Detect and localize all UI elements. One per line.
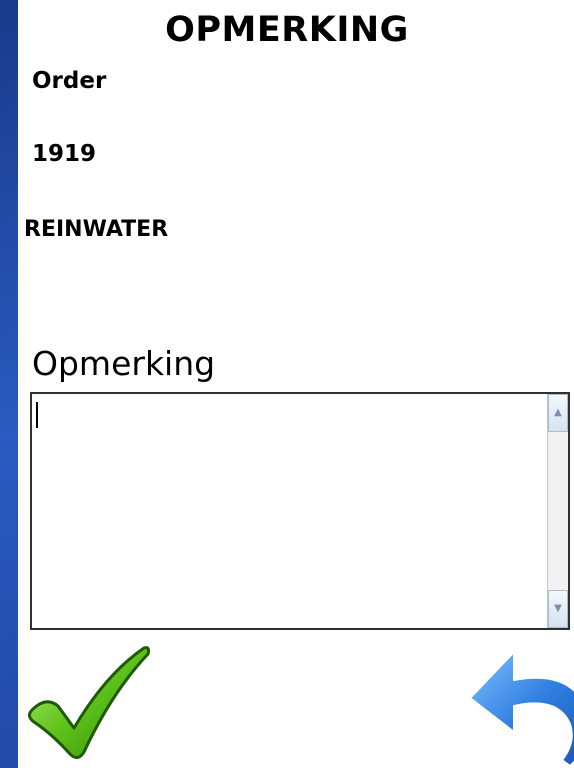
undo-button[interactable] [466,646,574,768]
scroll-down-icon[interactable]: ▼ [548,590,568,628]
remark-textarea[interactable]: ▲ ▼ [30,392,570,630]
checkmark-icon [27,646,150,759]
remark-panel: OPMERKING Order 1919 REINWATER Opmerking… [18,0,574,768]
order-number: 1919 [32,141,97,167]
scroll-up-icon[interactable]: ▲ [548,394,568,432]
order-label: Order [32,68,107,94]
confirm-button[interactable] [26,644,156,766]
page-title: OPMERKING [165,10,409,50]
undo-arrow-icon [469,651,574,767]
order-description: REINWATER [24,217,169,242]
text-caret [36,402,38,428]
remark-field-label: Opmerking [32,344,216,383]
textarea-scrollbar[interactable]: ▲ ▼ [547,394,568,628]
